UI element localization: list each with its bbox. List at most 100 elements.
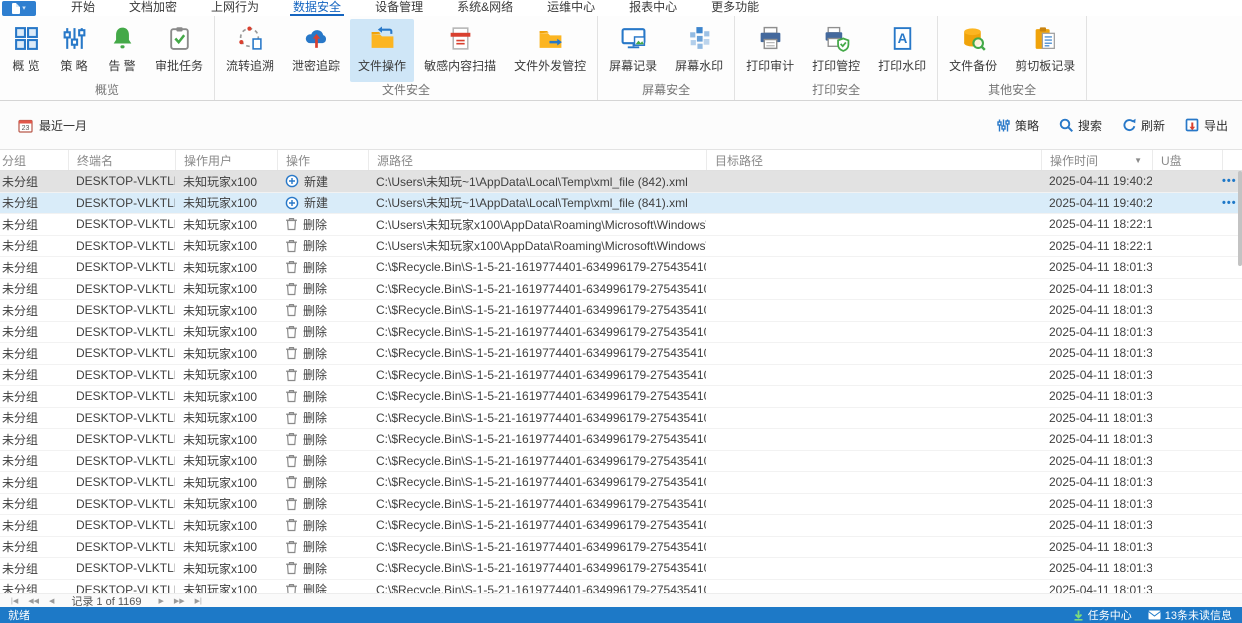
table-row[interactable]: 未分组 DESKTOP-VLKTLE1 未知玩家x100 删除 C:\$Recycle.… [0,386,1242,408]
ribbon-button-alert-bell[interactable]: 告 警 [99,19,145,82]
ribbon-button-screen-record[interactable]: 屏幕记录 [601,19,665,82]
ribbon-button-leak-trace[interactable]: 泄密追踪 [284,19,348,82]
cell-time: 2025-04-11 18:01:38 [1049,475,1152,490]
cell-usb [1152,257,1222,278]
last-page-button[interactable]: ▶| [192,597,205,605]
scrollbar-thumb[interactable] [1238,171,1242,266]
ribbon-button-label: 打印管控 [812,59,861,73]
ribbon-button-print-watermark[interactable]: A 打印水印 [870,19,934,82]
prev-page-button[interactable]: ◀ [46,597,57,605]
app-menu-button[interactable]: ▾ [2,0,36,16]
table-row[interactable]: 未分组 DESKTOP-VLKTLE1 未知玩家x100 删除 C:\$Recycle.… [0,300,1242,322]
table-row[interactable]: 未分组 DESKTOP-VLKTLE1 未知玩家x100 删除 C:\$Recycle.… [0,343,1242,365]
table-row[interactable]: 未分组 DESKTOP-VLKTLE1 未知玩家x100 删除 C:\$Recycle.… [0,321,1242,343]
menu-tab-3[interactable]: 上网行为 [194,0,276,16]
table-row[interactable]: 未分组 DESKTOP-VLKTLE1 未知玩家x100 新建 C:\Users\未知玩… [0,171,1242,193]
menu-tab-4[interactable]: 数据安全 [276,0,358,16]
cell-src: C:\$Recycle.Bin\S-1-5-21-1619774401-6349… [376,324,706,339]
ribbon-button-overview[interactable]: 概 览 [3,19,49,82]
table-row[interactable]: 未分组 DESKTOP-VLKTLE1 未知玩家x100 删除 C:\$Recycle.… [0,493,1242,515]
menu-tab-8[interactable]: 报表中心 [612,0,694,16]
vertical-scrollbar[interactable] [1237,171,1242,593]
table-row[interactable]: 未分组 DESKTOP-VLKTLE1 未知玩家x100 删除 C:\Users\未知玩… [0,235,1242,257]
column-header-操作[interactable]: 操作 [277,150,368,170]
unread-messages-button[interactable]: 13条未读信息 [1147,607,1232,623]
first-page-button[interactable]: |◀ [8,597,21,605]
table-row[interactable]: 未分组 DESKTOP-VLKTLE1 未知玩家x100 删除 C:\$Recycle.… [0,515,1242,537]
column-header-源路径[interactable]: 源路径 [368,150,706,170]
action-label: 搜索 [1077,118,1102,133]
ribbon-group-name: 概览 [95,83,120,97]
menu-tab-9[interactable]: 更多功能 [694,0,776,16]
cell-op: 删除 [277,386,368,407]
policy-small-button[interactable]: 策略 [996,117,1039,134]
ribbon-button-flow-trace[interactable]: 流转追溯 [218,19,282,82]
table-row[interactable]: 未分组 DESKTOP-VLKTLE1 未知玩家x100 删除 C:\Users\未知玩… [0,214,1242,236]
next-page-button[interactable]: ▶ [156,597,167,605]
cell-u: 未知玩家x100 [183,540,258,555]
ribbon-button-print-control[interactable]: 打印管控 [804,19,868,82]
ribbon-button-approval-tasks[interactable]: 审批任务 [147,19,211,82]
column-header-U盘[interactable]: U盘 [1152,150,1222,170]
cell-g: 未分组 [2,432,39,447]
column-header-分组[interactable]: 分组 [0,150,68,170]
column-header-label: 操作 [286,153,311,168]
table-row[interactable]: 未分组 DESKTOP-VLKTLE1 未知玩家x100 删除 C:\$Recycle.… [0,450,1242,472]
column-header-操作用户[interactable]: 操作用户 [175,150,277,170]
row-menu-button[interactable]: ••• [1222,197,1237,209]
cell-op: 删除 [277,236,368,257]
rewind-page-button[interactable]: ◀◀ [25,597,42,605]
ribbon-button-clipboard-record[interactable]: 剪切板记录 [1007,19,1083,82]
column-header-终端名[interactable]: 终端名 [68,150,175,170]
menu-tab-5[interactable]: 设备管理 [358,0,440,16]
column-header-actions[interactable] [1222,150,1242,170]
forward-page-button[interactable]: ▶▶ [171,597,188,605]
ribbon-button-screen-watermark[interactable]: 屏幕水印 [667,19,731,82]
table-body: 未分组 DESKTOP-VLKTLE1 未知玩家x100 新建 C:\Users\未知玩… [0,171,1242,593]
table-row[interactable]: 未分组 DESKTOP-VLKTLE1 未知玩家x100 删除 C:\$Recycle.… [0,429,1242,451]
menu-tab-6[interactable]: 系统&网络 [440,0,530,16]
ribbon-button-file-backup[interactable]: 文件备份 [941,19,1005,82]
filter-dropdown-icon[interactable]: ▼ [1134,156,1142,165]
row-menu-button[interactable]: ••• [1222,175,1237,187]
task-center-button[interactable]: 任务中心 [1073,607,1132,623]
cell-u: 未知玩家x100 [183,196,258,211]
ribbon-button-print-audit[interactable]: 打印审计 [738,19,802,82]
menu-tab-2[interactable]: 文档加密 [112,0,194,16]
ribbon-button-policy[interactable]: 策 略 [51,19,97,82]
ribbon-button-label: 策 略 [60,59,88,73]
export-button[interactable]: 导出 [1185,117,1228,134]
table-row[interactable]: 未分组 DESKTOP-VLKTLE1 未知玩家x100 删除 C:\$Recycle.… [0,364,1242,386]
cell-u: 未知玩家x100 [183,432,258,447]
column-header-目标路径[interactable]: 目标路径 [706,150,1041,170]
table-row[interactable]: 未分组 DESKTOP-VLKTLE1 未知玩家x100 删除 C:\$Recycle.… [0,558,1242,580]
clipboard-record-icon [1032,25,1059,52]
ribbon-button-file-operations[interactable]: 文件操作 [350,19,415,82]
cell-t: DESKTOP-VLKTLE1 [76,195,175,210]
table-row[interactable]: 未分组 DESKTOP-VLKTLE1 未知玩家x100 删除 C:\$Recycle.… [0,579,1242,594]
table-row[interactable]: 未分组 DESKTOP-VLKTLE1 未知玩家x100 删除 C:\$Recycle.… [0,407,1242,429]
cell-dst [706,472,1041,493]
operation-label: 删除 [303,282,328,297]
trash-icon [285,497,298,511]
ribbon-button-file-outgoing[interactable]: 文件外发管控 [506,19,594,82]
refresh-button[interactable]: 刷新 [1122,117,1165,134]
search-button[interactable]: 搜索 [1059,117,1102,134]
cell-op: 删除 [277,279,368,300]
trash-icon [285,411,298,425]
approval-tasks-icon [166,25,193,52]
table-row[interactable]: 未分组 DESKTOP-VLKTLE1 未知玩家x100 新建 C:\Users\未知玩… [0,192,1242,214]
cell-time: 2025-04-11 18:01:38 [1049,496,1152,511]
ribbon-button-sensitive-scan[interactable]: 敏感内容扫描 [416,19,504,82]
cell-usb [1152,580,1222,594]
table-row[interactable]: 未分组 DESKTOP-VLKTLE1 未知玩家x100 删除 C:\$Recycle.… [0,536,1242,558]
table-row[interactable]: 未分组 DESKTOP-VLKTLE1 未知玩家x100 删除 C:\$Recycle.… [0,257,1242,279]
date-range-filter[interactable]: 23 最近一月 [18,117,87,134]
table-row[interactable]: 未分组 DESKTOP-VLKTLE1 未知玩家x100 删除 C:\$Recycle.… [0,472,1242,494]
ribbon-button-label: 文件备份 [949,59,998,73]
column-header-操作时间[interactable]: 操作时间 ▼ [1041,150,1152,170]
menu-tab-7[interactable]: 运维中心 [530,0,612,16]
cell-dst [706,214,1041,235]
menu-tab-1[interactable]: 开始 [54,0,112,16]
table-row[interactable]: 未分组 DESKTOP-VLKTLE1 未知玩家x100 删除 C:\$Recycle.… [0,278,1242,300]
